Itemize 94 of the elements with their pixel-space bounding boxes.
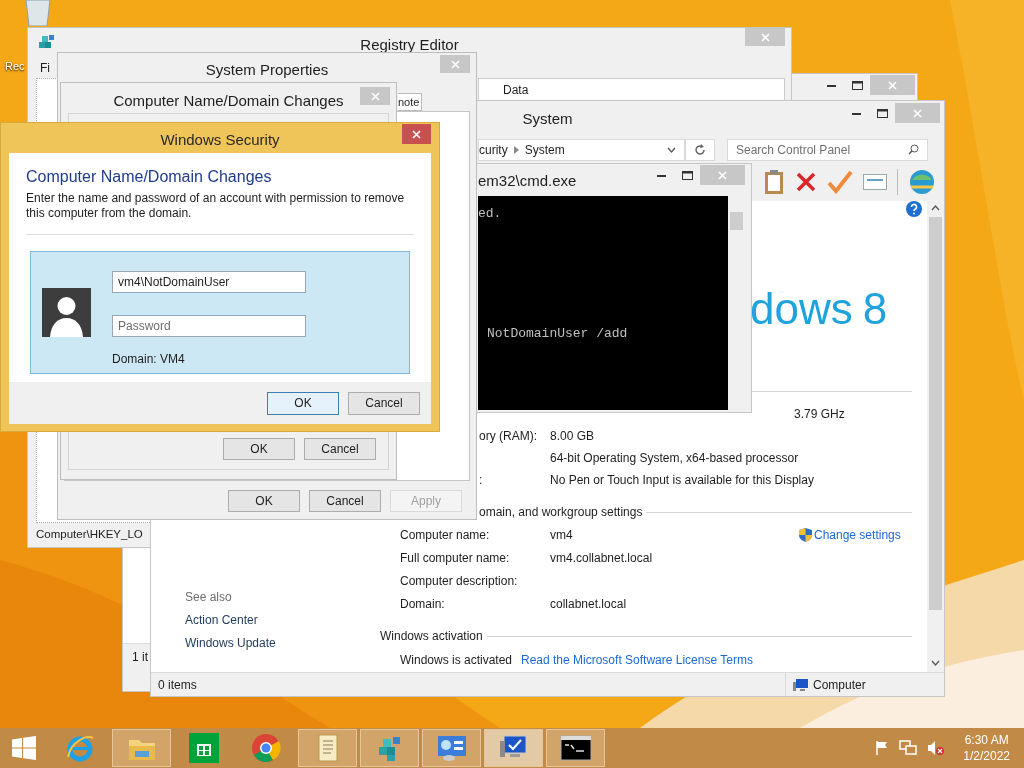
refresh-button[interactable] <box>685 139 715 161</box>
username-field[interactable]: vm4\NotDomainUser <box>112 271 306 293</box>
shopping-bag-icon <box>188 733 219 763</box>
window-title: System <box>521 109 574 129</box>
field-value: vm4.collabnet.local <box>550 549 654 567</box>
dialog-button[interactable]: Cancel <box>304 438 376 460</box>
dialog-button[interactable]: Cancel <box>309 490 381 512</box>
column-header[interactable]: Data <box>503 80 529 99</box>
close-icon <box>718 170 727 180</box>
section-heading: omain, and workgroup settings <box>479 504 643 521</box>
window-title: Windows Security <box>159 130 281 150</box>
dialog-heading: Computer Name/Domain Changes <box>25 167 273 187</box>
chevron-right-icon <box>513 146 519 154</box>
close-icon <box>370 91 380 101</box>
close-icon <box>888 80 897 90</box>
section-heading: See also <box>185 589 233 606</box>
field-value: No Pen or Touch Input is available for this Display <box>550 472 815 489</box>
taskbar-app[interactable] <box>546 729 605 767</box>
status-location: Computer <box>813 676 866 694</box>
field-label: ory (RAM): <box>479 428 538 445</box>
scrollbar[interactable] <box>927 201 944 672</box>
dialog-description: Enter the name and password of an account with permission to remove this computer from the domain. <box>25 191 406 221</box>
field-label: Full computer name: <box>400 549 511 567</box>
search-icon <box>908 144 919 155</box>
user-avatar-icon <box>42 288 91 337</box>
tab[interactable]: note <box>398 93 423 111</box>
menu-item[interactable]: Fi <box>40 59 50 77</box>
field-value: 64-bit Operating System, x64-based processor <box>550 450 800 467</box>
activation-status: Windows is activated <box>400 652 514 669</box>
refresh-icon <box>694 144 706 156</box>
status-text: Computer\HKEY_LO <box>36 527 143 543</box>
domain-label: Domain: VM4 <box>112 351 186 368</box>
dialog-button[interactable]: OK <box>228 490 300 512</box>
dialog-button[interactable]: OK <box>267 391 339 415</box>
close-icon <box>450 59 460 69</box>
network-icon[interactable] <box>899 740 918 756</box>
field-label: : <box>479 472 484 489</box>
help-icon[interactable] <box>906 201 922 217</box>
console-line: NotDomainUser /add <box>486 326 629 341</box>
field-label: Domain: <box>400 595 446 613</box>
search-field[interactable]: Search Control Panel <box>727 139 928 161</box>
cross-icon[interactable] <box>795 171 817 193</box>
chevron-up-icon[interactable] <box>931 205 940 211</box>
breadcrumb-item[interactable]: curity <box>479 141 508 159</box>
minimize-icon <box>826 83 836 87</box>
flag-icon[interactable] <box>875 740 890 756</box>
section-heading: Windows activation <box>380 628 483 645</box>
window-title: em32\cmd.exe <box>477 171 577 191</box>
terminal-icon <box>559 735 592 761</box>
check-icon[interactable] <box>827 170 853 194</box>
maximize-icon <box>851 80 863 90</box>
window-title: Computer Name/Domain Changes <box>112 91 345 111</box>
windows-logo-version: 8 <box>862 287 888 331</box>
close-icon <box>412 129 421 139</box>
chevron-down-icon[interactable] <box>931 660 940 666</box>
maximize-icon <box>877 108 889 118</box>
console-line: ed. <box>478 206 503 221</box>
globe-icon[interactable] <box>908 169 936 195</box>
minimize-icon <box>656 173 666 177</box>
close-icon <box>760 32 770 42</box>
clipboard-icon[interactable] <box>763 169 785 195</box>
muted-speaker-icon[interactable] <box>927 740 946 756</box>
link[interactable]: Action Center <box>185 611 380 634</box>
breadcrumb-item[interactable]: System <box>524 141 565 159</box>
minimize-icon <box>852 111 862 115</box>
card-icon[interactable] <box>863 174 887 190</box>
control-panel-icon <box>435 733 468 763</box>
field-value: collabnet.local <box>550 595 628 613</box>
link[interactable]: Windows Update <box>185 634 380 657</box>
dialog-button[interactable]: Cancel <box>348 391 420 415</box>
close-icon <box>913 108 923 118</box>
field-value: vm4 <box>550 526 574 544</box>
field-value: 8.00 GB <box>550 428 596 445</box>
chrome-icon <box>250 733 281 763</box>
computer-icon <box>793 677 809 692</box>
license-link[interactable]: Read the Microsoft Software License Terms <box>521 651 753 669</box>
globe-e-icon <box>64 733 95 763</box>
window-title: Registry Editor <box>359 35 460 55</box>
password-field[interactable]: Password <box>112 315 306 337</box>
chevron-down-icon[interactable] <box>667 147 676 153</box>
processor-speed: 3.79 GHz <box>794 405 845 423</box>
shield-icon <box>799 527 812 542</box>
change-settings-link[interactable]: Change settings <box>799 525 927 544</box>
windows-logo-icon <box>12 736 36 760</box>
status-text: 1 it <box>132 650 148 664</box>
field-label: Computer description: <box>400 572 519 590</box>
windows-logo-text: dows <box>750 287 853 331</box>
window-title: System Properties <box>204 60 330 80</box>
close-button[interactable] <box>402 124 431 144</box>
dialog-button[interactable]: OK <box>223 438 295 460</box>
status-text: 0 items <box>157 676 198 694</box>
address-bar[interactable]: curity System <box>478 139 685 161</box>
maximize-icon <box>681 170 693 180</box>
field-label: Computer name: <box>400 526 491 544</box>
